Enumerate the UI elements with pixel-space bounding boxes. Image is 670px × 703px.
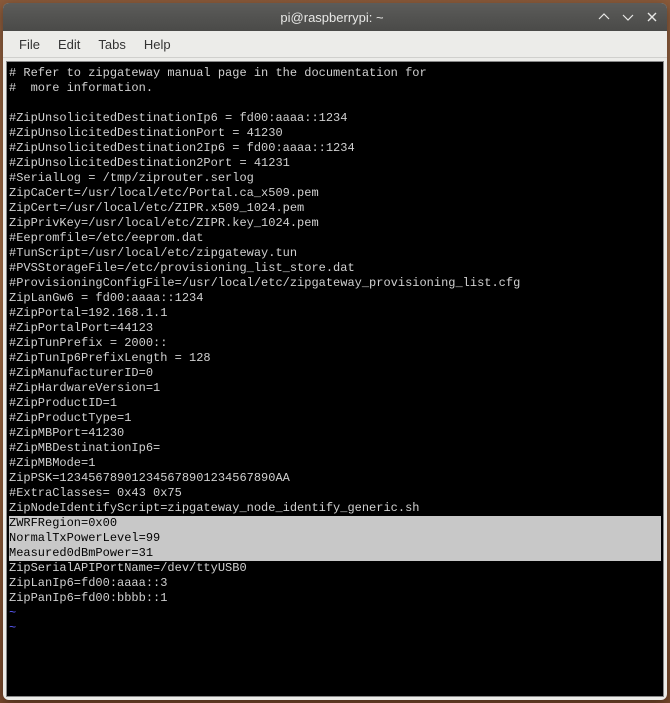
menu-edit[interactable]: Edit [50,34,88,55]
window-controls [595,8,661,26]
terminal-line: #ZipPortal=192.168.1.1 [9,306,661,321]
terminal-line: #SerialLog = /tmp/ziprouter.serlog [9,171,661,186]
menu-file[interactable]: File [11,34,48,55]
terminal-line: #Eepromfile=/etc/eeprom.dat [9,231,661,246]
terminal-line: #ZipTunPrefix = 2000:: [9,336,661,351]
terminal-line: # Refer to zipgateway manual page in the… [9,66,661,81]
terminal-line: ZipCaCert=/usr/local/etc/Portal.ca_x509.… [9,186,661,201]
terminal-line: Measured0dBmPower=31 [9,546,661,561]
menu-help[interactable]: Help [136,34,179,55]
terminal-line: #TunScript=/usr/local/etc/zipgateway.tun [9,246,661,261]
terminal-line: #ZipProductID=1 [9,396,661,411]
terminal-line: #ZipUnsolicitedDestinationPort = 41230 [9,126,661,141]
menu-tabs[interactable]: Tabs [90,34,133,55]
terminal-line: ZipSerialAPIPortName=/dev/ttyUSB0 [9,561,661,576]
titlebar[interactable]: pi@raspberrypi: ~ [3,3,667,31]
terminal-line: ZipLanIp6=fd00:aaaa::3 [9,576,661,591]
terminal-line: ZipLanGw6 = fd00:aaaa::1234 [9,291,661,306]
terminal-line [9,96,661,111]
terminal-line: #ZipUnsolicitedDestination2Port = 41231 [9,156,661,171]
terminal-line: #ExtraClasses= 0x43 0x75 [9,486,661,501]
terminal-line: ZWRFRegion=0x00 [9,516,661,531]
terminal-line: #ZipMBDestinationIp6= [9,441,661,456]
terminal-line: ZipCert=/usr/local/etc/ZIPR.x509_1024.pe… [9,201,661,216]
terminal-line: #ZipHardwareVersion=1 [9,381,661,396]
terminal-line: ZipPanIp6=fd00:bbbb::1 [9,591,661,606]
terminal-line: ZipPrivKey=/usr/local/etc/ZIPR.key_1024.… [9,216,661,231]
window-title: pi@raspberrypi: ~ [69,10,595,25]
vim-tilde: ~ [9,606,661,621]
terminal-line: #ZipTunIp6PrefixLength = 128 [9,351,661,366]
terminal-line: #ZipProductType=1 [9,411,661,426]
terminal-line: ZipPSK=123456789012345678901234567890AA [9,471,661,486]
terminal-line: ZipNodeIdentifyScript=zipgateway_node_id… [9,501,661,516]
maximize-icon[interactable] [619,8,637,26]
terminal-area[interactable]: # Refer to zipgateway manual page in the… [6,61,664,697]
terminal-line: #ZipUnsolicitedDestinationIp6 = fd00:aaa… [9,111,661,126]
terminal-line: #ProvisioningConfigFile=/usr/local/etc/z… [9,276,661,291]
vim-tilde: ~ [9,621,661,636]
terminal-line: #ZipMBMode=1 [9,456,661,471]
terminal-window: pi@raspberrypi: ~ File Edit Tabs Help # … [3,3,667,700]
minimize-icon[interactable] [595,8,613,26]
close-icon[interactable] [643,8,661,26]
terminal-line: #ZipMBPort=41230 [9,426,661,441]
terminal-line: # more information. [9,81,661,96]
terminal-line: NormalTxPowerLevel=99 [9,531,661,546]
terminal-line: #ZipUnsolicitedDestination2Ip6 = fd00:aa… [9,141,661,156]
menubar: File Edit Tabs Help [3,31,667,58]
terminal-line: #PVSStorageFile=/etc/provisioning_list_s… [9,261,661,276]
terminal-line: #ZipPortalPort=44123 [9,321,661,336]
terminal-line: #ZipManufacturerID=0 [9,366,661,381]
